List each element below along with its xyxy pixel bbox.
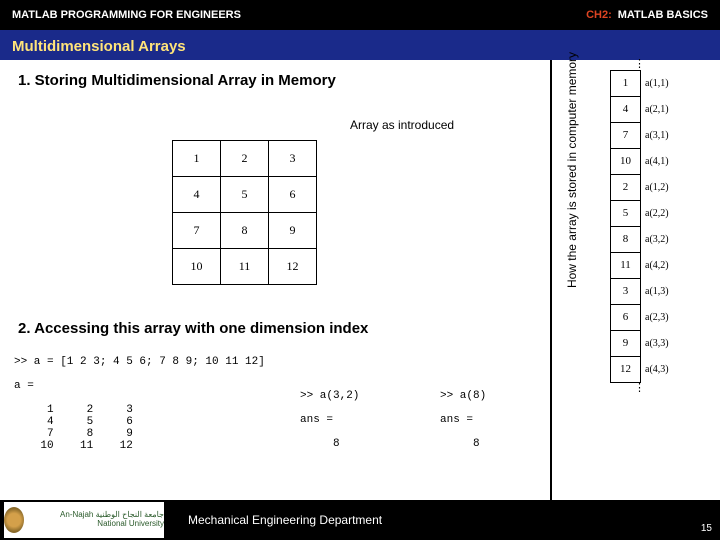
code-a8: >> a(8) ans = 8 [440,390,486,450]
subtitle-bar: Multidimensional Arrays [0,32,720,60]
table-row: 789 [173,213,317,249]
list-item: 2a(1,2) [611,174,669,200]
intro-label: Array as introduced [350,118,454,132]
memory-table: ⋮ 1a(1,1) 4a(2,1) 7a(3,1) 10a(4,1) 2a(1,… [610,58,669,394]
code-main: >> a = [1 2 3; 4 5 6; 7 8 9; 10 11 12] a… [14,356,265,452]
header-title-right: MATLAB BASICS [618,9,708,21]
chapter-tag: CH2: [586,9,612,21]
logo-text: جامعة النجاح الوطنية An-Najah National U… [30,511,164,529]
list-item: 12a(4,3) [611,356,669,382]
list-item: 8a(3,2) [611,226,669,252]
logo-icon [4,507,24,533]
header-title-left: MATLAB PROGRAMMING FOR ENGINEERS [12,9,241,21]
section2-heading: 2. Accessing this array with one dimensi… [18,320,368,337]
footer-bar: جامعة النجاح الوطنية An-Najah National U… [0,500,720,540]
list-item: 1a(1,1) [611,70,669,96]
list-item: 4a(2,1) [611,96,669,122]
page-number: 15 [701,523,712,534]
university-logo: جامعة النجاح الوطنية An-Najah National U… [4,502,164,538]
list-item: 11a(4,2) [611,252,669,278]
list-item: 9a(3,3) [611,330,669,356]
list-item: 6a(2,3) [611,304,669,330]
table-row: 101112 [173,249,317,285]
header-title-right-group: CH2: MATLAB BASICS [586,9,708,21]
content-area: 1. Storing Multidimensional Array in Mem… [0,60,720,500]
table-row: 456 [173,177,317,213]
table-row: 123 [173,141,317,177]
footer-dept: Mechanical Engineering Department [188,513,382,527]
section1-heading: 1. Storing Multidimensional Array in Mem… [18,72,336,89]
list-item: 10a(4,1) [611,148,669,174]
matrix-figure: 123 456 789 101112 [172,140,317,285]
memory-caption: How the array is stored in computer memo… [565,30,579,310]
code-a32: >> a(3,2) ans = 8 [300,390,359,450]
list-item: 5a(2,2) [611,200,669,226]
vertical-divider [550,60,552,500]
matrix-table: 123 456 789 101112 [172,140,317,285]
header-bar: MATLAB PROGRAMMING FOR ENGINEERS CH2: MA… [0,0,720,32]
memory-column: ⋮ 1a(1,1) 4a(2,1) 7a(3,1) 10a(4,1) 2a(1,… [610,58,705,394]
subtitle-text: Multidimensional Arrays [12,38,186,55]
list-item: 7a(3,1) [611,122,669,148]
list-item: 3a(1,3) [611,278,669,304]
